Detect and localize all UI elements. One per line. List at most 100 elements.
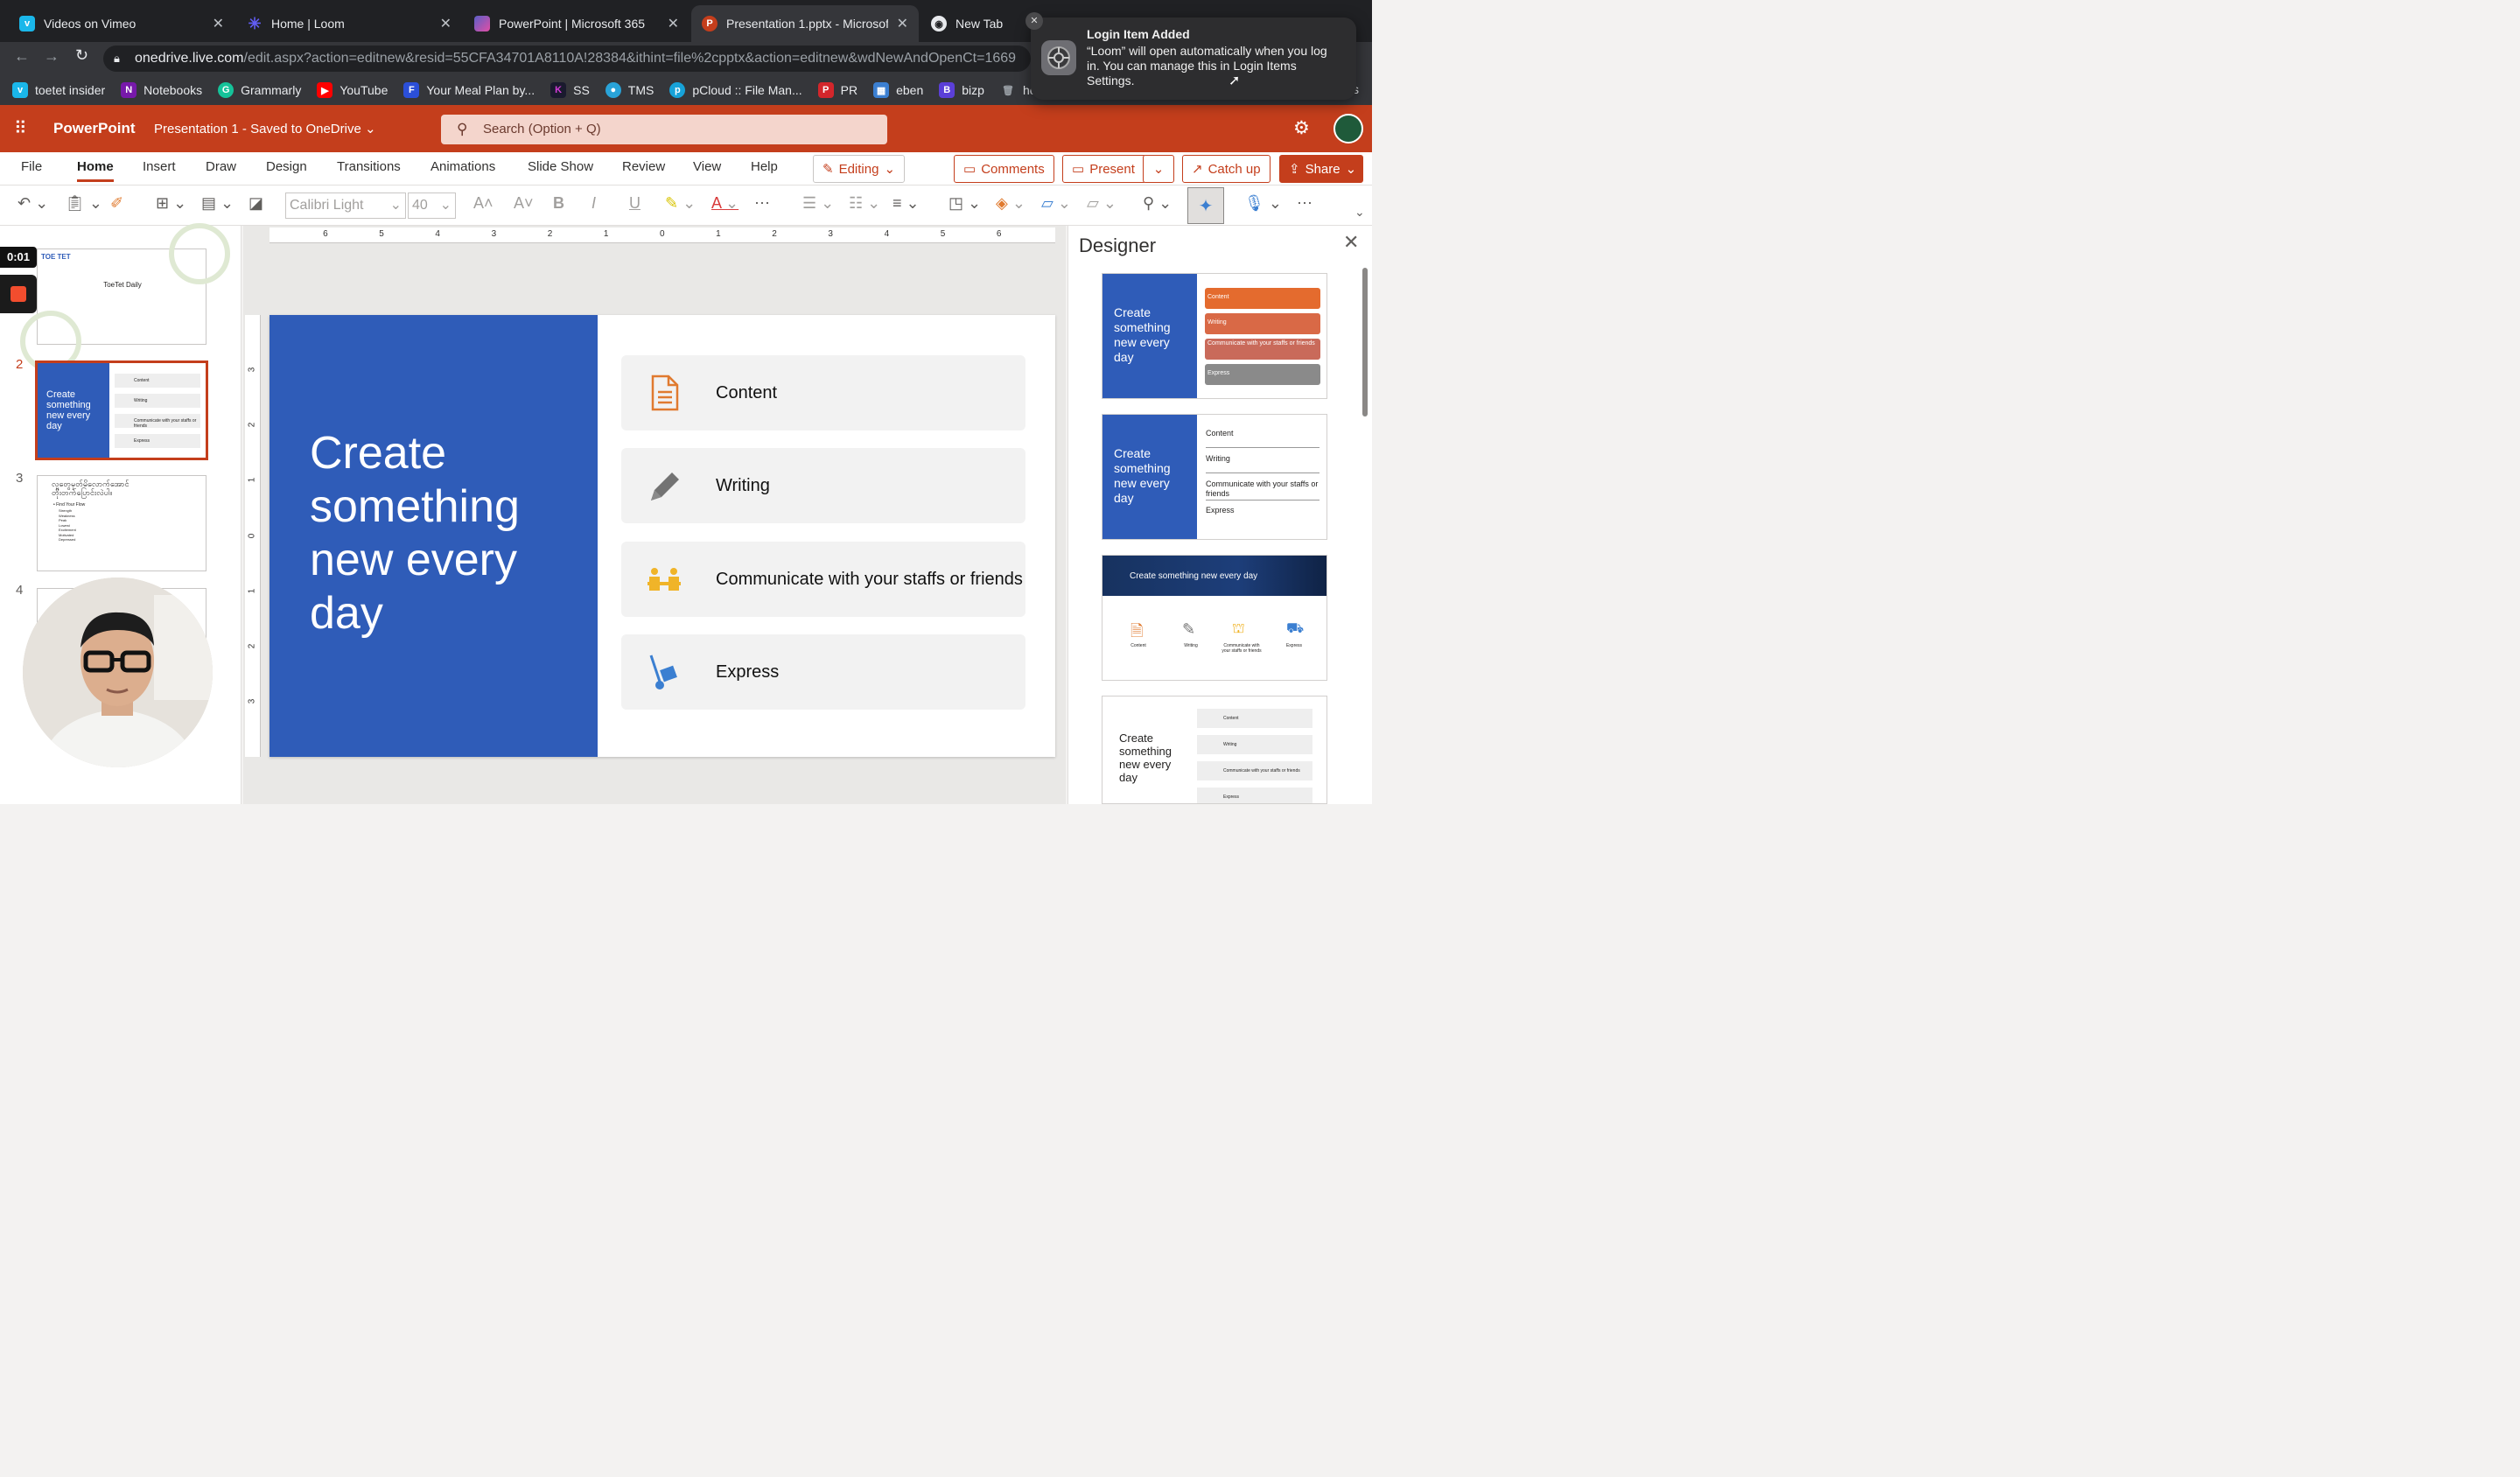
slide-thumbnail-1[interactable]: TOE TET ToeTet Daily — [20, 223, 230, 372]
menu-transitions[interactable]: Transitions — [337, 159, 401, 174]
app-launcher-icon[interactable]: ⠿ — [14, 117, 27, 139]
vertical-ruler: 3 2 1 0 1 2 3 — [245, 315, 261, 757]
document-title[interactable]: Presentation 1 - Saved to OneDrive ⌄ — [154, 121, 376, 136]
scrollbar[interactable] — [1362, 268, 1368, 416]
close-icon[interactable]: ✕ — [897, 15, 908, 32]
design-idea-3[interactable]: Create something new every day 🗎︎ ✎ ⛫ ⛟ … — [1102, 555, 1327, 681]
slide-item-card[interactable]: Express — [621, 634, 1026, 710]
numbering-icon[interactable]: ☷ ⌄ — [849, 194, 880, 213]
present-button[interactable]: ▭ Present — [1062, 155, 1146, 183]
more-font-icon[interactable]: ⋯ — [754, 194, 770, 213]
app-name[interactable]: PowerPoint — [53, 120, 136, 137]
comments-button[interactable]: ▭ Comments — [954, 155, 1054, 183]
bookmark-item[interactable]: ▶ YouTube — [317, 82, 388, 98]
close-icon[interactable]: ✕ — [213, 15, 224, 32]
shrink-font-icon[interactable]: A˅ — [514, 194, 534, 213]
share-button[interactable]: ⇪ Share ⌄ — [1279, 155, 1363, 183]
dictate-icon[interactable]: 🎙︎ ⌄ — [1244, 194, 1282, 213]
align-icon[interactable]: ≡ ⌄ — [892, 194, 920, 213]
background-icon[interactable]: ◪ — [248, 194, 263, 213]
new-slide-icon[interactable]: ⊞ ⌄ — [156, 194, 186, 213]
loom-stop-button[interactable] — [0, 275, 37, 313]
catch-up-button[interactable]: ↗ Catch up — [1182, 155, 1270, 183]
paste-icon[interactable]: 📋︎ ⌄ — [65, 194, 102, 213]
shape-effects-icon[interactable]: ▱ ⌄ — [1087, 194, 1116, 213]
slide-item-card[interactable]: Writing — [621, 448, 1026, 523]
font-size-select[interactable]: 40 ⌄ — [408, 192, 456, 219]
highlight-icon[interactable]: ✎ ⌄ — [665, 194, 696, 213]
tab-loom[interactable]: ✳ Home | Loom ✕ — [236, 5, 462, 42]
slide-thumbnail-3[interactable]: လူတွေမှတ်မိလောက်အောင် တိုးတက်ပြောင်းလဲပါ… — [37, 475, 206, 571]
italic-icon[interactable]: I — [592, 194, 596, 213]
slide-thumbnail-2[interactable]: Create something new every day Content W… — [35, 360, 208, 460]
format-painter-icon[interactable]: ✐ — [110, 194, 123, 213]
menu-insert[interactable]: Insert — [143, 159, 176, 174]
avatar[interactable] — [1334, 114, 1363, 144]
slide-item-card[interactable]: Communicate with your staffs or friends — [621, 542, 1026, 617]
bookmark-item[interactable]: N Notebooks — [121, 82, 202, 98]
item-label: Writing — [716, 475, 770, 495]
menu-bar: File Home Insert Draw Design Transitions… — [0, 152, 1372, 186]
bookmark-item[interactable]: G Grammarly — [218, 82, 301, 98]
present-options-button[interactable]: ⌄ — [1143, 155, 1174, 183]
shape-outline-icon[interactable]: ▱ ⌄ — [1041, 194, 1071, 213]
bookmark-item[interactable]: Bbizp — [939, 82, 984, 98]
bookmark-item[interactable]: ▦ eben — [873, 82, 923, 98]
slide-item-card[interactable]: Content — [621, 355, 1026, 430]
reload-icon[interactable]: ↻ — [75, 46, 88, 65]
close-icon[interactable]: ✕ — [440, 15, 452, 32]
comment-icon: ▭ — [963, 162, 976, 177]
chevron-down-icon[interactable]: ⌄ — [1354, 205, 1365, 220]
bookmark-item[interactable]: v toetet insider — [12, 82, 105, 98]
tab-newtab[interactable]: ◉ New Tab — [920, 5, 1026, 42]
forward-icon[interactable]: → — [44, 47, 60, 66]
find-icon[interactable]: ⚲ ⌄ — [1143, 194, 1172, 213]
url-input[interactable]: 🔒︎ onedrive.live.com/edit.aspx?action=ed… — [103, 46, 1031, 72]
bookmark-item[interactable]: F Your Meal Plan by... — [403, 82, 535, 98]
login-item-notification[interactable]: ✕ Login Item Added “Loom” will open auto… — [1026, 12, 1356, 100]
editing-mode-button[interactable]: ✎ Editing ⌄ — [813, 155, 906, 183]
shape-fill-icon[interactable]: ◈ ⌄ — [996, 194, 1026, 213]
back-icon[interactable]: ← — [14, 47, 30, 66]
tms-icon: ● — [605, 82, 621, 98]
layout-icon[interactable]: ▤ ⌄ — [201, 194, 234, 213]
settings-gear-icon[interactable]: ⚙ — [1293, 117, 1310, 139]
font-name-select[interactable]: Calibri Light ⌄ — [285, 192, 406, 219]
menu-slide-show[interactable]: Slide Show — [528, 159, 593, 174]
design-idea-2[interactable]: Create something new every day Content W… — [1102, 414, 1327, 540]
loom-camera-bubble[interactable] — [23, 578, 213, 767]
design-idea-4[interactable]: Create something new every day Content W… — [1102, 696, 1327, 804]
menu-view[interactable]: View — [693, 159, 721, 174]
menu-draw[interactable]: Draw — [206, 159, 236, 174]
tab-presentation[interactable]: P Presentation 1.pptx - Microsoft ✕ — [691, 5, 919, 42]
close-icon[interactable]: ✕ — [1343, 231, 1359, 254]
undo-icon[interactable]: ↶ ⌄ — [18, 194, 48, 213]
underline-icon[interactable]: U — [629, 194, 640, 213]
tab-m365[interactable]: PowerPoint | Microsoft 365 ✕ — [464, 5, 690, 42]
designer-icon[interactable]: ✦ — [1187, 187, 1224, 224]
bullets-icon[interactable]: ☰ ⌄ — [802, 194, 834, 213]
current-slide[interactable]: Create something new every day Content W… — [270, 315, 1055, 757]
search-box[interactable]: ⚲ Search (Option + Q) — [441, 115, 887, 144]
bookmark-label: Your Meal Plan by... — [426, 83, 536, 97]
slide-title[interactable]: Create something new every day — [310, 427, 572, 640]
menu-design[interactable]: Design — [266, 159, 307, 174]
menu-help[interactable]: Help — [751, 159, 778, 174]
menu-review[interactable]: Review — [622, 159, 665, 174]
grow-font-icon[interactable]: A˄ — [473, 194, 494, 213]
more-options-icon[interactable]: ⋯ — [1297, 194, 1312, 213]
bookmark-item[interactable]: ● TMS — [605, 82, 654, 98]
menu-file[interactable]: File — [21, 159, 42, 174]
bold-icon[interactable]: B — [553, 194, 564, 213]
close-icon[interactable]: ✕ — [1026, 12, 1043, 30]
bookmark-item[interactable]: P PR — [817, 82, 858, 98]
close-icon[interactable]: ✕ — [668, 15, 679, 32]
menu-home[interactable]: Home — [77, 159, 114, 174]
bookmark-item[interactable]: K SS — [550, 82, 590, 98]
tab-vimeo[interactable]: v Videos on Vimeo ✕ — [9, 5, 234, 42]
font-color-icon[interactable]: A ⌄ — [711, 194, 738, 213]
shapes-icon[interactable]: ◳ ⌄ — [948, 194, 981, 213]
bookmark-item[interactable]: p pCloud :: File Man... — [669, 82, 802, 98]
design-idea-1[interactable]: Create something new every day Content W… — [1102, 273, 1327, 399]
menu-animations[interactable]: Animations — [430, 159, 495, 174]
